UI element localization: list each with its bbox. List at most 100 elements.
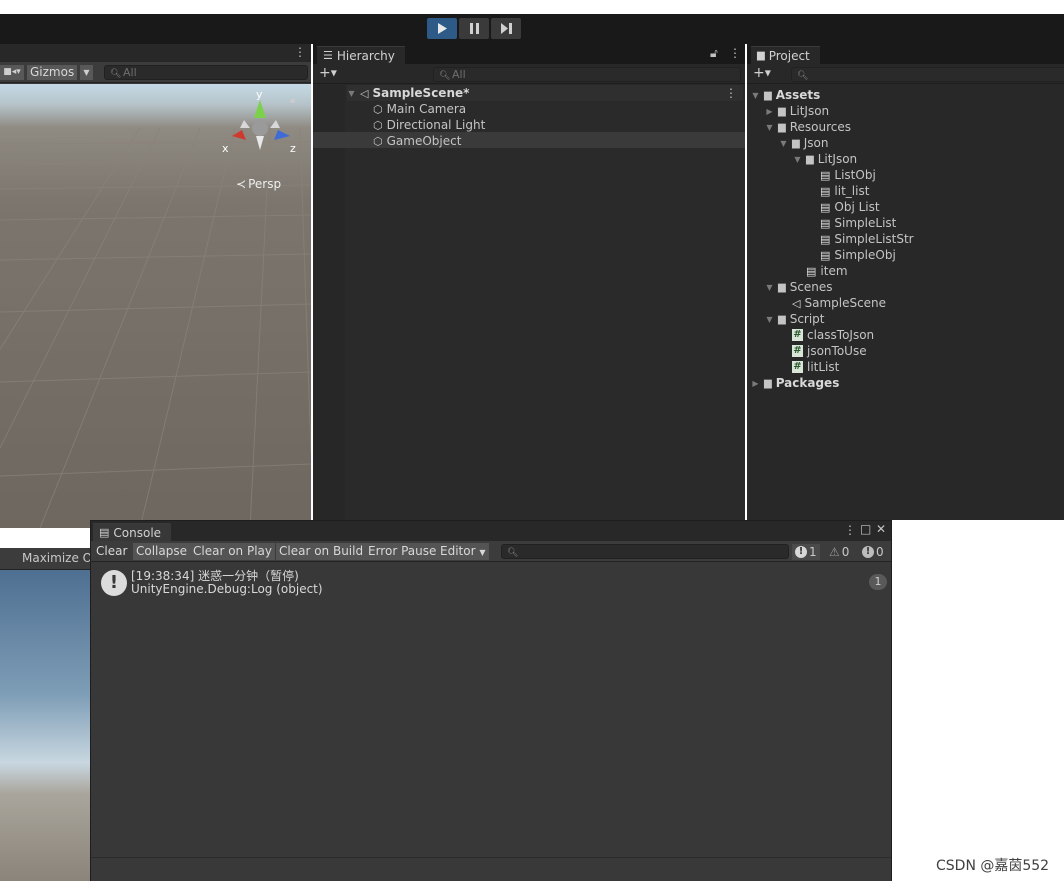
hierarchy-more-icon[interactable]: ⋮ xyxy=(729,46,741,60)
warning-icon: ⚠ xyxy=(829,545,840,559)
project-tree-item[interactable]: ▤ SimpleObj xyxy=(807,247,896,263)
expand-triangle-icon[interactable]: ▼ xyxy=(347,89,356,98)
pause-button[interactable] xyxy=(459,18,489,39)
clear-on-build-button[interactable]: Clear on Build xyxy=(276,543,367,560)
project-tree-item[interactable]: # litList xyxy=(779,359,839,375)
text-file-icon: ▤ xyxy=(820,248,831,262)
console-more-icon[interactable]: ⋮ xyxy=(844,523,856,537)
folder-icon: ▆ xyxy=(806,153,814,165)
step-button[interactable] xyxy=(491,18,521,39)
orientation-gizmo[interactable] xyxy=(220,92,300,164)
expand-triangle-icon[interactable]: ▼ xyxy=(765,315,774,324)
project-tree-item[interactable]: ▼ ▆ LitJson xyxy=(793,151,857,167)
project-tree-item[interactable]: # classToJson xyxy=(779,327,874,343)
expand-triangle-icon[interactable]: ▼ xyxy=(765,283,774,292)
search-icon: 🔍︎ xyxy=(797,71,809,81)
hierarchy-item-label: GameObject xyxy=(386,134,462,148)
error-pause-button[interactable]: Error Pause xyxy=(365,543,440,560)
console-search-input[interactable]: 🔍︎ xyxy=(501,544,789,559)
projection-toggle[interactable]: ≺ Persp xyxy=(236,177,281,191)
hierarchy-item[interactable]: ⬡ Main Camera xyxy=(373,101,466,117)
collapse-triangle-icon[interactable]: ▶ xyxy=(751,379,760,388)
project-tree-item[interactable]: ▼ ▆ Resources xyxy=(765,119,851,135)
expand-triangle-icon[interactable]: ▼ xyxy=(793,155,802,164)
scene-more-icon[interactable]: ⋮ xyxy=(725,86,737,100)
gizmos-button[interactable]: Gizmos xyxy=(27,65,78,80)
project-tab-label: Project xyxy=(768,48,810,63)
log-count-toggle[interactable]: ! 1 xyxy=(792,544,820,560)
expand-triangle-icon[interactable]: ▼ xyxy=(765,123,774,132)
expand-triangle-icon[interactable]: ▼ xyxy=(751,91,760,100)
folder-icon: ▆ xyxy=(792,137,800,149)
scene-viewport[interactable]: y x z ▪ ≺ Persp xyxy=(0,84,311,528)
expand-triangle-icon[interactable]: ▼ xyxy=(779,139,788,148)
lock-gizmo-icon[interactable]: ▪ xyxy=(290,96,295,105)
persp-label: Persp xyxy=(248,177,282,191)
error-count-toggle[interactable]: ! 0 xyxy=(859,544,887,560)
project-tree-item[interactable]: ◁ SampleScene xyxy=(779,295,886,311)
clear-on-play-button[interactable]: Clear on Play xyxy=(190,543,275,560)
chevron-down-icon: ▼ xyxy=(479,548,486,557)
hierarchy-gutter xyxy=(313,85,345,520)
project-tree-item[interactable]: ▶ ▆ Packages xyxy=(751,375,839,391)
project-tree-item[interactable]: ▤ item xyxy=(793,263,848,279)
tab-hierarchy[interactable]: ☰ Hierarchy xyxy=(317,46,405,64)
project-tree-item[interactable]: ▼ ▆ Scenes xyxy=(765,279,832,295)
scene-search-input[interactable]: 🔍︎ All xyxy=(104,65,308,80)
console-window: ▤ Console ⋮ □ ✕ Clear Collapse Clear on … xyxy=(90,520,892,881)
project-tree-item[interactable]: ▤ Obj List xyxy=(807,199,880,215)
tab-project[interactable]: ▆ Project xyxy=(751,46,820,64)
gizmos-dropdown-icon[interactable]: ▼ xyxy=(80,65,93,80)
hierarchy-tab-bar: ☰ Hierarchy 🔓︎ ⋮ xyxy=(313,44,745,64)
maximize-icon[interactable]: □ xyxy=(860,522,871,536)
hierarchy-search-placeholder: All xyxy=(452,68,466,81)
scene-more-icon[interactable]: ⋮ xyxy=(294,45,306,59)
close-icon[interactable]: ✕ xyxy=(876,522,886,536)
warning-count-toggle[interactable]: ⚠ 0 xyxy=(826,544,852,560)
hierarchy-tab-label: Hierarchy xyxy=(336,48,395,63)
page-background xyxy=(892,520,1064,881)
scene-root-row[interactable]: ▼ ◁ SampleScene* ⋮ xyxy=(347,85,743,101)
lock-icon[interactable]: 🔓︎ xyxy=(710,46,718,61)
unity-scene-icon: ◁ xyxy=(360,86,369,100)
project-tree-item[interactable]: ▤ lit_list xyxy=(807,183,869,199)
project-tree-item[interactable]: ▤ ListObj xyxy=(807,167,876,183)
project-tree-label: LitJson xyxy=(817,152,858,166)
create-asset-button[interactable]: +▼ xyxy=(753,65,771,81)
text-file-icon: ▤ xyxy=(820,168,831,182)
axis-y-label: y xyxy=(256,88,263,101)
play-icon xyxy=(438,23,447,34)
project-tree-label: Script xyxy=(789,312,825,326)
project-tree-label: Obj List xyxy=(834,200,880,214)
project-tree-item[interactable]: ▶ ▆ LitJson xyxy=(765,103,829,119)
collapse-button[interactable]: Collapse xyxy=(133,543,190,560)
play-button[interactable] xyxy=(427,18,457,39)
project-tree-item[interactable]: ▼ ▆ Json xyxy=(779,135,828,151)
collapse-triangle-icon[interactable]: ▶ xyxy=(765,107,774,116)
camera-icon[interactable]: ■◂▾ xyxy=(0,65,24,80)
search-icon: 🔍︎ xyxy=(110,69,122,79)
log-entry[interactable]: ! [19:38:34] 迷惑一分钟（暂停) UnityEngine.Debug… xyxy=(91,567,891,599)
project-tree-label: ListObj xyxy=(834,168,876,182)
project-tree-item[interactable]: # jsonToUse xyxy=(779,343,867,359)
axis-z-label: z xyxy=(290,142,296,155)
project-tree-item[interactable]: ▤ SimpleListStr xyxy=(807,231,914,247)
hierarchy-item[interactable]: ⬡ GameObject xyxy=(373,133,461,149)
project-tree-label: Resources xyxy=(789,120,851,134)
project-tree-item[interactable]: ▼ ▆ Assets xyxy=(751,87,820,103)
clear-button[interactable]: Clear xyxy=(93,543,131,560)
project-tree-item[interactable]: ▼ ▆ Script xyxy=(765,311,825,327)
maximize-on-play-button[interactable]: Maximize On xyxy=(22,551,100,565)
hierarchy-item[interactable]: ⬡ Directional Light xyxy=(373,117,485,133)
scene-view-panel: ⋮ ■◂▾ Gizmos ▼ 🔍︎ All y x z ▪ ≺ Persp xyxy=(0,44,311,528)
project-search-input[interactable]: 🔍︎ xyxy=(791,67,1064,82)
editor-dropdown[interactable]: Editor ▼ xyxy=(437,543,489,560)
create-button[interactable]: +▼ xyxy=(319,65,337,81)
error-count: 0 xyxy=(876,545,884,559)
hierarchy-search-input[interactable]: 🔍︎ All xyxy=(433,67,741,82)
info-icon: ! xyxy=(101,570,127,596)
tab-console[interactable]: ▤ Console xyxy=(93,523,172,541)
gameobject-cube-icon: ⬡ xyxy=(373,134,383,148)
project-tree-label: SampleScene xyxy=(804,296,887,310)
project-tree-item[interactable]: ▤ SimpleList xyxy=(807,215,896,231)
